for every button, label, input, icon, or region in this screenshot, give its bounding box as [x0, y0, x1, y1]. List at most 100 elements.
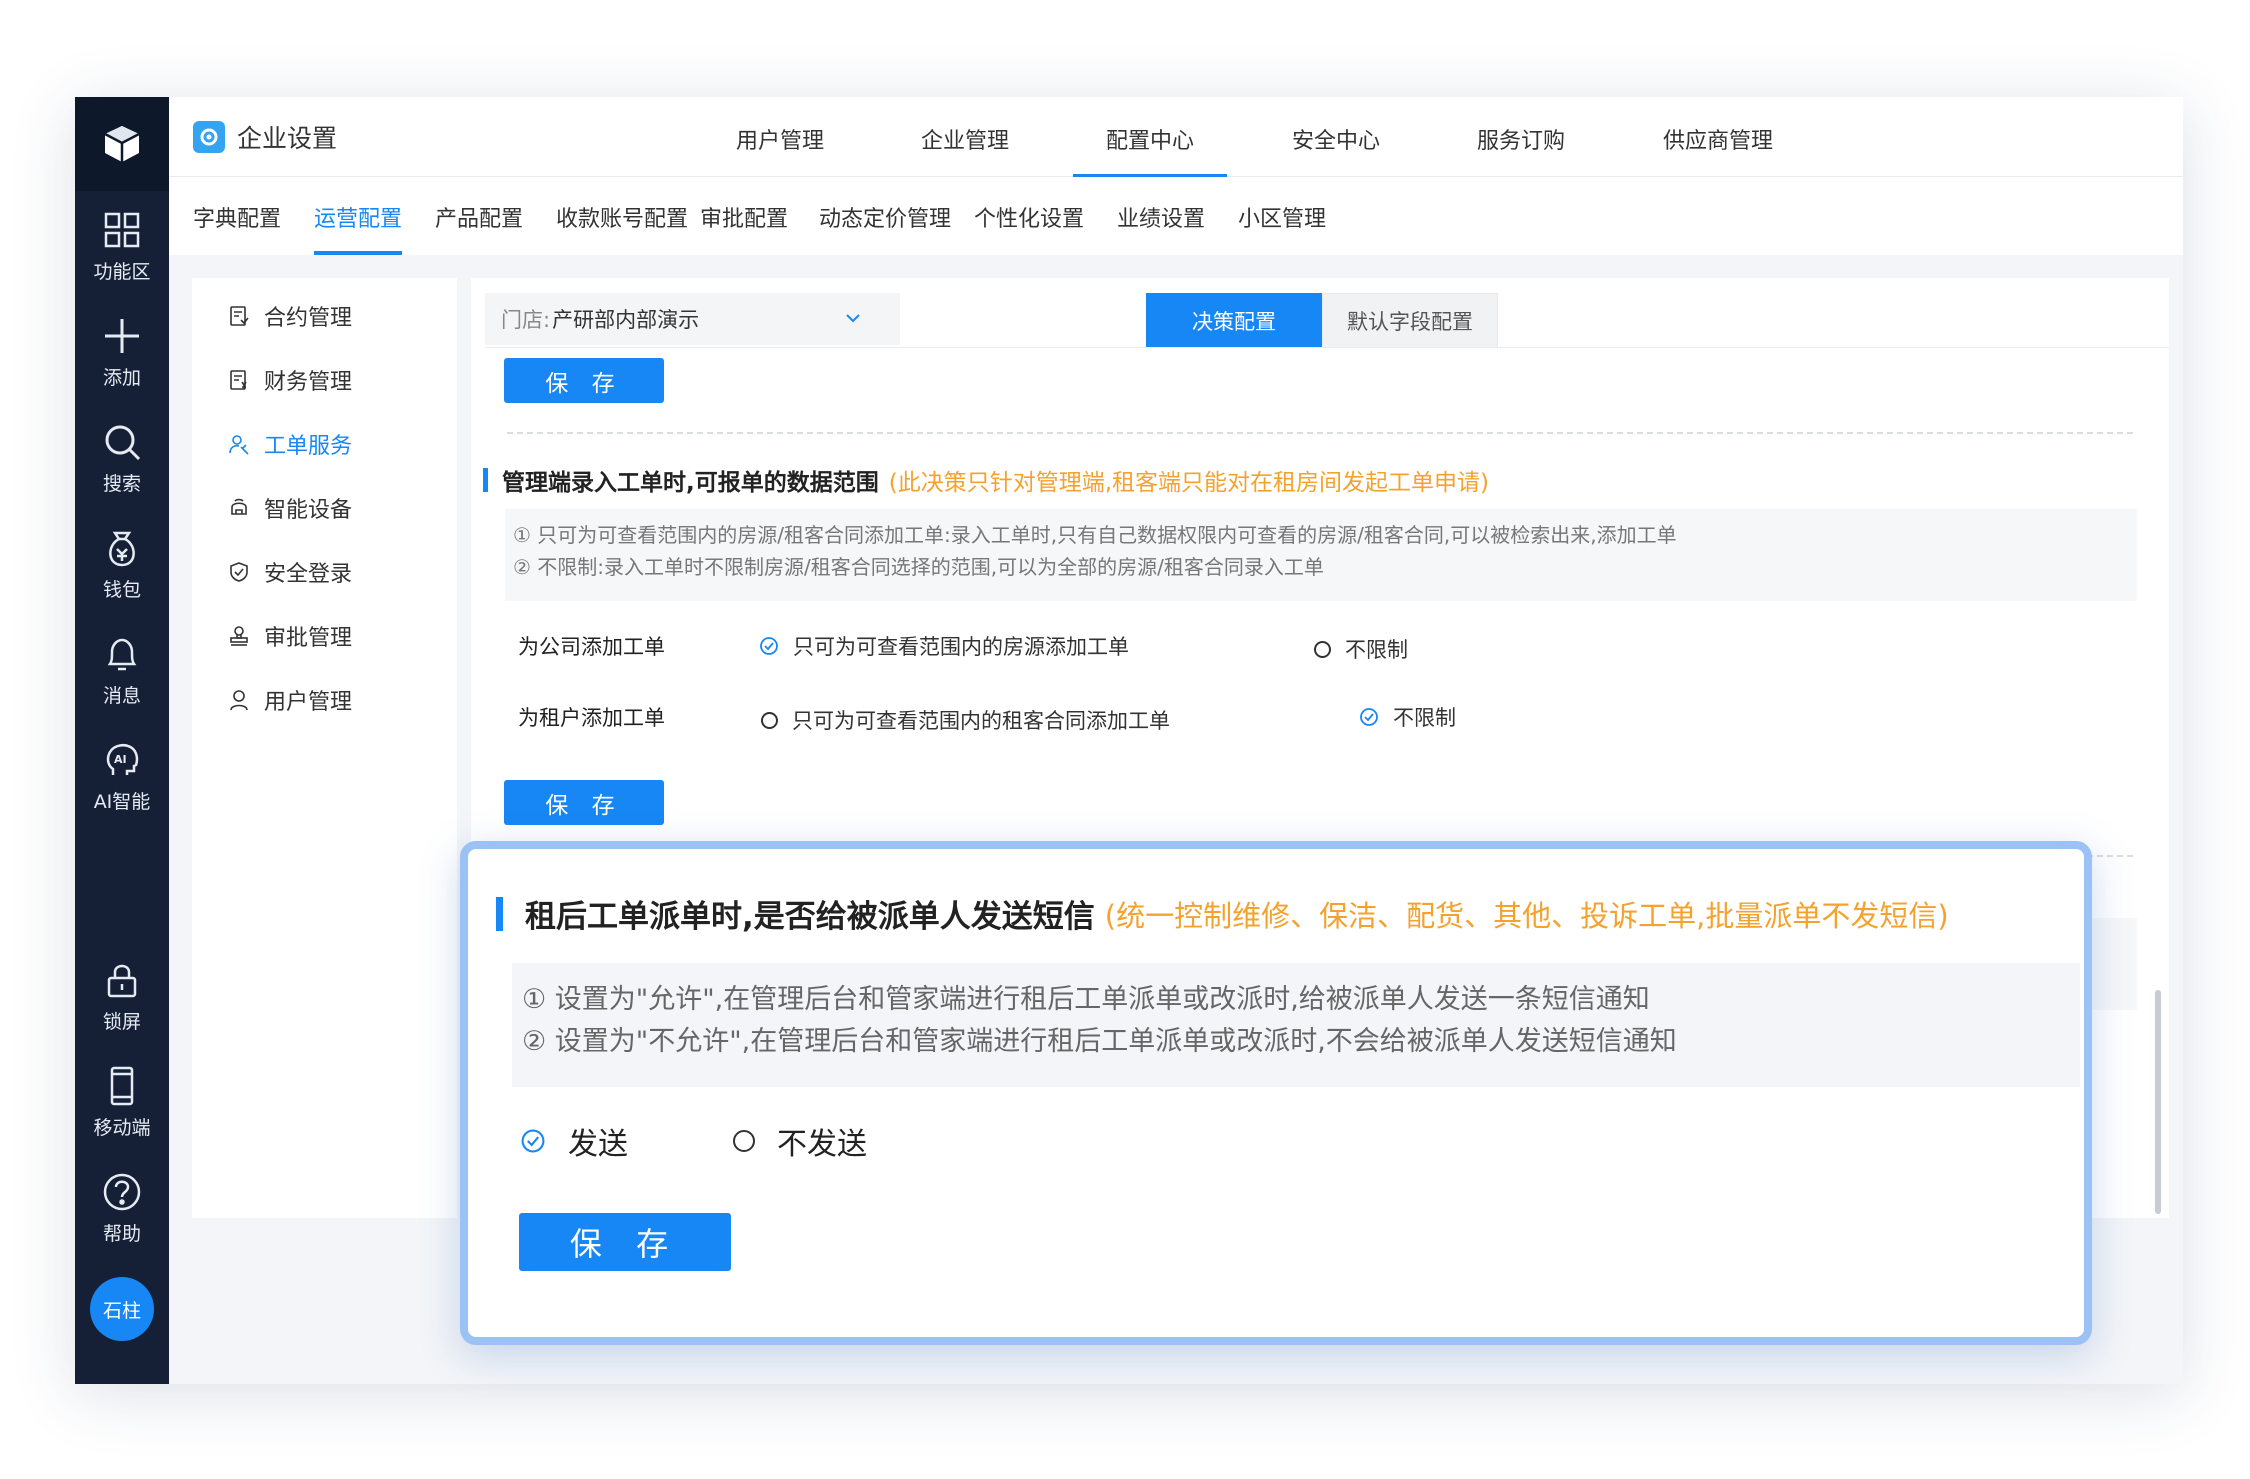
sub-tabs: 字典配置 运营配置 产品配置 收款账号配置 审批配置 动态定价管理 个性化设置 … [169, 177, 2183, 255]
tab-decision-config[interactable]: 决策配置 [1146, 293, 1322, 348]
bell-icon [107, 638, 137, 671]
help-icon [103, 1173, 141, 1211]
sms-setting-card: 租后工单派单时,是否给被派单人发送短信 (统一控制维修、保洁、配货、其他、投诉工… [460, 841, 2092, 1345]
nav-ai[interactable]: AI AI智能 [75, 739, 169, 814]
option-no-send[interactable]: 不发送 [733, 1119, 867, 1163]
popup-title: 租后工单派单时,是否给被派单人发送短信 (统一控制维修、保洁、配货、其他、投诉工… [496, 891, 1949, 936]
sidemenu-item-finance[interactable]: 财务管理 [228, 364, 352, 396]
popup-desc-line1: ① 设置为"允许",在管理后台和管家端进行租后工单派单或改派时,给被派单人发送一… [522, 984, 1650, 1015]
nav-label: 消息 [102, 685, 141, 707]
mobile-icon [110, 1066, 134, 1106]
nav-messages[interactable]: 消息 [75, 633, 169, 708]
subtab-dynamic-pricing[interactable]: 动态定价管理 [819, 201, 951, 233]
topnav-supplier-mgmt[interactable]: 供应商管理 [1663, 123, 1773, 155]
save-button-top[interactable]: 保 存 [504, 358, 664, 403]
section1-note: (此决策只针对管理端,租客端只能对在租房间发起工单申请) [888, 470, 1490, 496]
side-menu: 合约管理 财务管理 工单服务 智能设备 安全登录 审批管理 用户管理 [192, 278, 457, 1218]
popup-note: (统一控制维修、保洁、配货、其他、投诉工单,批量派单不发短信) [1104, 898, 1949, 933]
finance-icon [230, 370, 247, 390]
subtab-dictionary[interactable]: 字典配置 [193, 201, 281, 233]
nav-help[interactable]: 帮助 [75, 1171, 169, 1246]
topnav-company-mgmt[interactable]: 企业管理 [921, 123, 1009, 155]
topnav-config-center[interactable]: 配置中心 [1106, 123, 1194, 155]
radio-icon [1314, 640, 1331, 658]
nav-mobile[interactable]: 移动端 [75, 1065, 169, 1140]
svg-text:AI: AI [114, 753, 127, 766]
device-icon [231, 498, 247, 515]
nav-search[interactable]: 搜索 [75, 421, 169, 496]
subtab-personalization[interactable]: 个性化设置 [974, 201, 1084, 233]
sidemenu-item-secure-login[interactable]: 安全登录 [228, 556, 352, 588]
service-icon [229, 435, 249, 455]
section1-title: 管理端录入工单时,可报单的数据范围 (此决策只针对管理端,租客端只能对在租房间发… [483, 463, 1489, 497]
page-title: 企业设置 [193, 119, 337, 155]
sidemenu-item-approval[interactable]: 审批管理 [228, 620, 352, 652]
popup-description: ① 设置为"允许",在管理后台和管家端进行租后工单派单或改派时,给被派单人发送一… [512, 963, 2080, 1087]
chevron-down-icon [846, 314, 860, 323]
checked-circle-icon [760, 637, 778, 655]
section-divider [507, 432, 2133, 434]
store-label: 门店: [501, 308, 551, 332]
topnav-user-mgmt[interactable]: 用户管理 [736, 123, 824, 155]
nav-lock[interactable]: 锁屏 [75, 959, 169, 1034]
subtab-performance[interactable]: 业绩设置 [1117, 201, 1205, 233]
radio-icon [761, 711, 778, 729]
page-title-text: 企业设置 [237, 124, 338, 153]
option-send[interactable]: 发送 [520, 1119, 628, 1163]
checked-circle-icon [1360, 708, 1378, 726]
sidemenu-item-work-order[interactable]: 工单服务 [228, 428, 352, 460]
avatar[interactable]: 石柱 [90, 1277, 154, 1341]
ai-icon: AI [106, 743, 139, 775]
section1-desc-line1: ① 只可为可查看范围内的房源/租客合同添加工单:录入工单时,只有自己数据权限内可… [513, 523, 1677, 547]
search-icon [105, 425, 141, 461]
scrollbar[interactable] [2155, 990, 2161, 1214]
grid-icon [104, 212, 140, 248]
cube-logo-icon [104, 126, 140, 162]
top-bar: 企业设置 用户管理 企业管理 配置中心 安全中心 服务订购 供应商管理 [169, 97, 2183, 177]
subtab-payment-account[interactable]: 收款账号配置 [556, 201, 688, 233]
nav-wallet[interactable]: 钱包 [75, 527, 169, 602]
nav-label: 移动端 [93, 1117, 151, 1139]
tabs-divider [485, 347, 2169, 348]
wallet-icon [109, 531, 135, 567]
subtab-operations[interactable]: 运营配置 [314, 201, 402, 233]
sidemenu-item-contract[interactable]: 合约管理 [228, 300, 352, 332]
subtab-approval[interactable]: 审批配置 [700, 201, 788, 233]
store-value: 产研部内部演示 [552, 308, 700, 332]
nav-add[interactable]: 添加 [75, 315, 169, 390]
radio-icon [733, 1130, 755, 1152]
nav-label: AI智能 [93, 791, 151, 813]
nav-function-area[interactable]: 功能区 [75, 209, 169, 284]
popup-title-text: 租后工单派单时,是否给被派单人发送短信 [525, 899, 1095, 935]
subtab-active-indicator [314, 251, 402, 255]
nav-label: 搜索 [102, 473, 141, 495]
topnav-security-center[interactable]: 安全中心 [1292, 123, 1380, 155]
row2-option-limited[interactable]: 只可为可查看范围内的租客合同添加工单 [761, 705, 1170, 735]
subtab-products[interactable]: 产品配置 [435, 201, 523, 233]
popup-save-button[interactable]: 保 存 [519, 1213, 731, 1271]
row2-option-unlimited[interactable]: 不限制 [1359, 702, 1456, 732]
nav-label: 帮助 [102, 1223, 141, 1245]
row1-label: 为公司添加工单 [518, 635, 665, 659]
nav-label: 锁屏 [102, 1011, 141, 1033]
row1-option-unlimited[interactable]: 不限制 [1314, 634, 1408, 664]
title-accent-bar [483, 468, 488, 492]
nav-label: 钱包 [102, 579, 141, 601]
tab-default-field-config[interactable]: 默认字段配置 [1322, 293, 1498, 348]
nav-label: 添加 [102, 367, 141, 389]
plus-icon [105, 319, 139, 353]
checked-circle-icon [521, 1129, 545, 1153]
subtab-community[interactable]: 小区管理 [1238, 201, 1326, 233]
sidemenu-item-user[interactable]: 用户管理 [228, 684, 352, 716]
app-logo[interactable] [75, 97, 169, 191]
store-select[interactable]: 门店: 产研部内部演示 [485, 293, 900, 345]
section1-title-text: 管理端录入工单时,可报单的数据范围 [502, 470, 879, 496]
row1-option-limited[interactable]: 只可为可查看范围内的房源添加工单 [759, 631, 1129, 661]
save-button-middle[interactable]: 保 存 [504, 780, 664, 825]
topnav-service-order[interactable]: 服务订购 [1477, 123, 1565, 155]
section1-description: ① 只可为可查看范围内的房源/租客合同添加工单:录入工单时,只有自己数据权限内可… [505, 509, 2137, 601]
nav-label: 功能区 [93, 261, 151, 283]
sidemenu-item-smart-device[interactable]: 智能设备 [228, 492, 352, 524]
lock-icon [107, 964, 137, 998]
settings-logo-icon [193, 121, 225, 153]
